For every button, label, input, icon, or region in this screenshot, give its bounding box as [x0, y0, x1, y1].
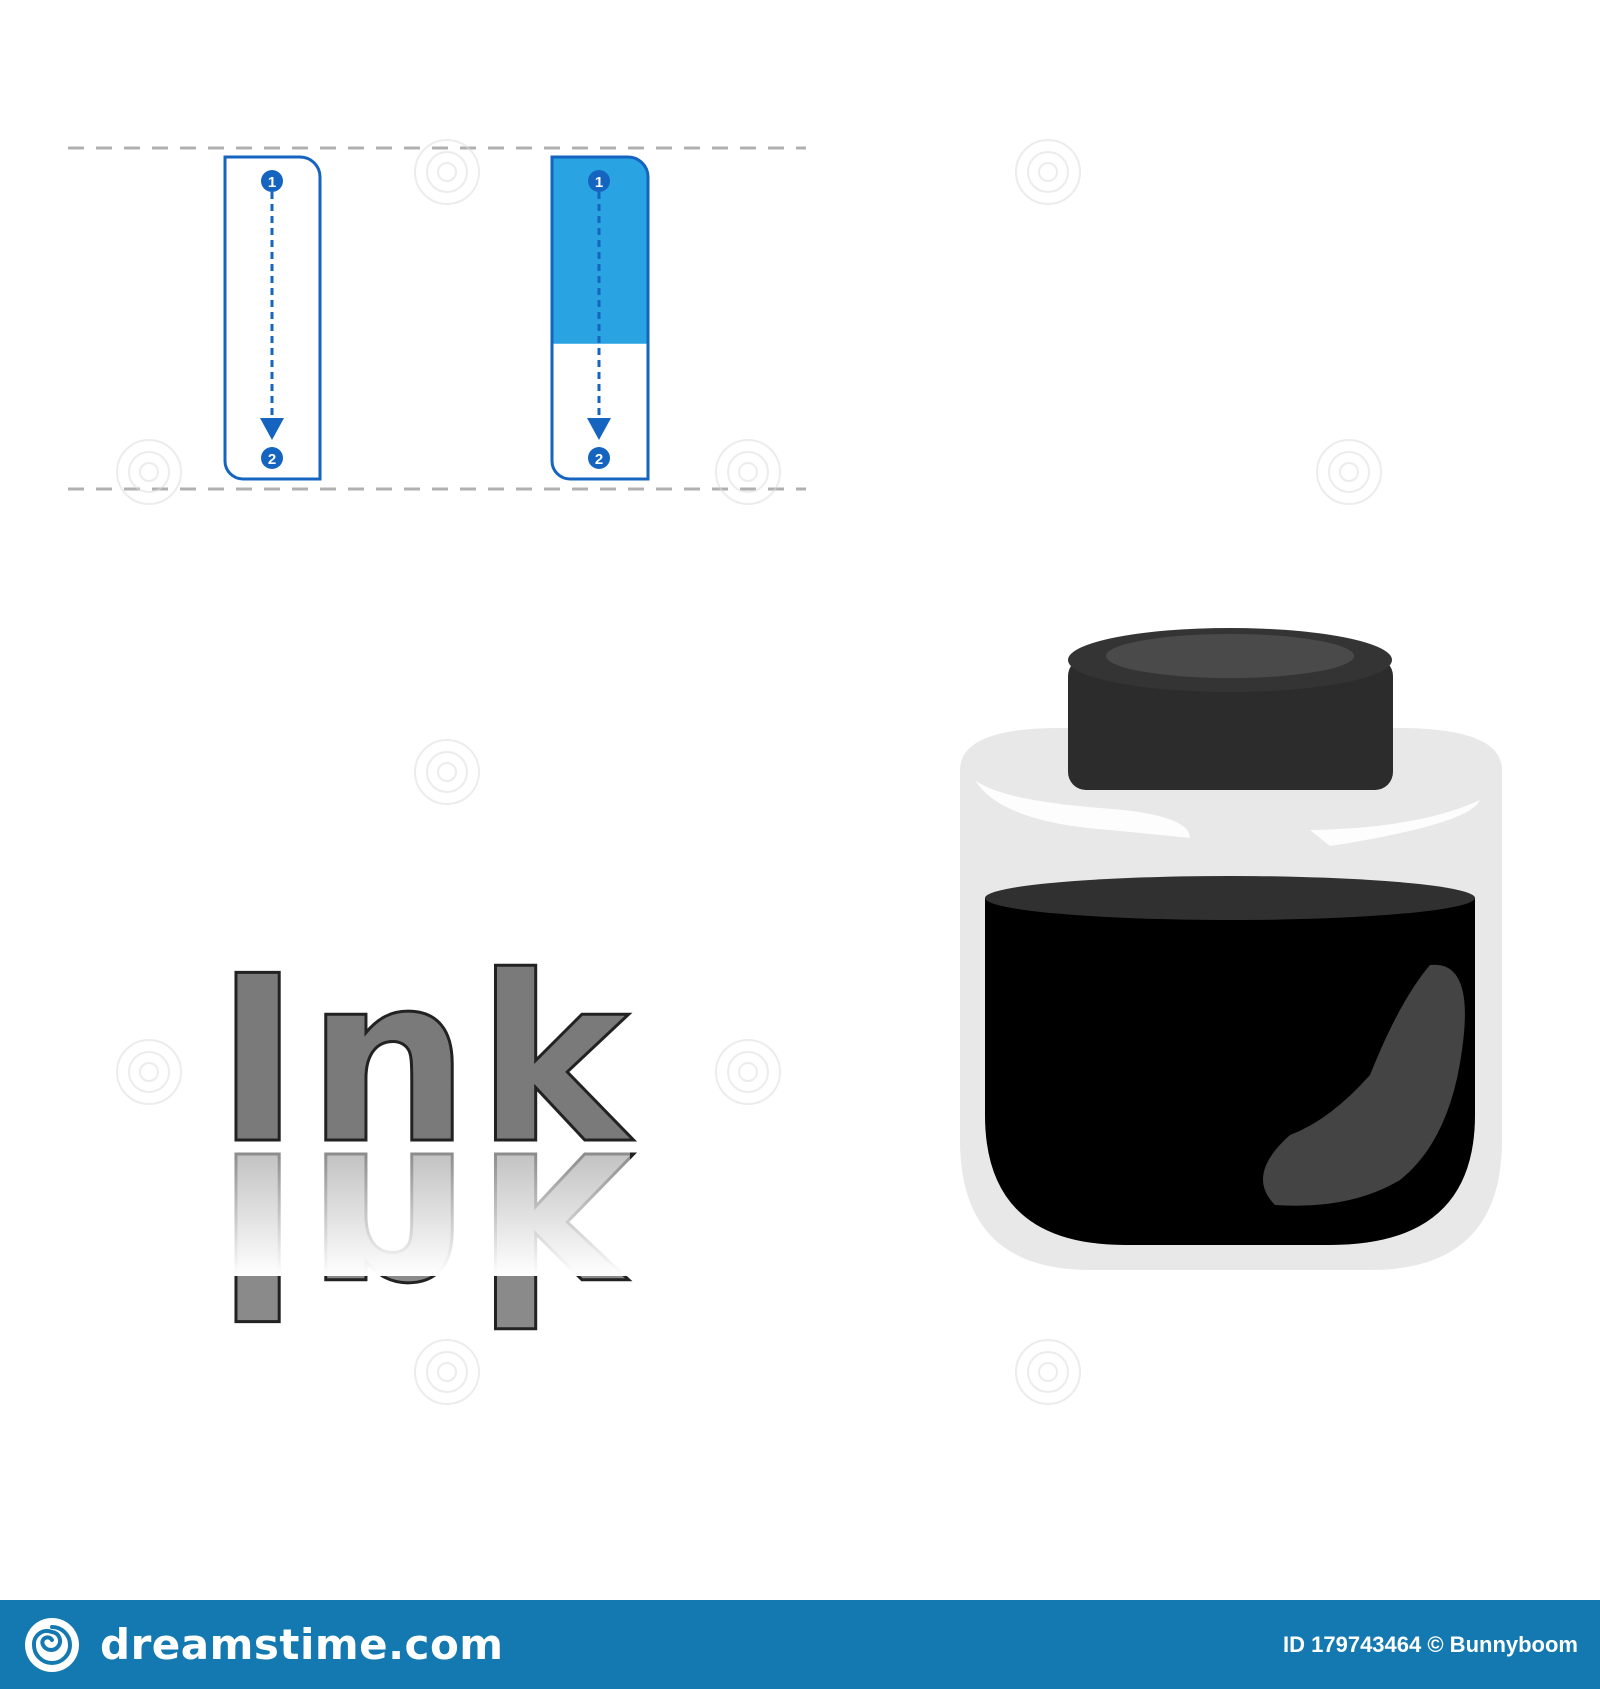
jar-cap-inner — [1106, 634, 1354, 678]
brand[interactable]: dreamstime.com — [22, 1615, 504, 1675]
spiral-logo-icon — [116, 1039, 182, 1105]
image-credit: ID 179743464 © Bunnyboom — [1283, 1631, 1578, 1657]
spiral-logo-icon — [414, 139, 480, 205]
stroke-end-number: 2 — [595, 451, 603, 468]
word-title: Ink — [215, 928, 635, 1195]
spiral-logo-icon — [25, 1617, 79, 1672]
spiral-logo-icon — [715, 439, 781, 505]
stroke-start-number: 1 — [268, 174, 276, 191]
spiral-logo-icon — [1316, 439, 1382, 505]
spiral-logo-icon — [116, 439, 182, 505]
stroke-start-number: 1 — [595, 174, 603, 191]
worksheet-canvas: 1 2 1 2 Ink Ink — [68, 139, 1502, 1405]
ink-jar-icon — [960, 628, 1502, 1270]
spiral-logo-icon — [1015, 139, 1081, 205]
spiral-logo-icon — [414, 739, 480, 805]
letter-trace-outline: 1 2 — [223, 155, 322, 481]
stock-footer-bar: dreamstime.com ID 179743464 © Bunnyboom — [0, 1600, 1600, 1689]
brand-name: dreamstime.com — [100, 1620, 504, 1669]
spiral-logo-icon — [715, 1039, 781, 1105]
stroke-end-number: 2 — [268, 451, 276, 468]
ink-surface — [985, 876, 1475, 920]
letter-trace-filled: 1 2 — [550, 155, 650, 481]
spiral-logo-icon — [1015, 1339, 1081, 1405]
